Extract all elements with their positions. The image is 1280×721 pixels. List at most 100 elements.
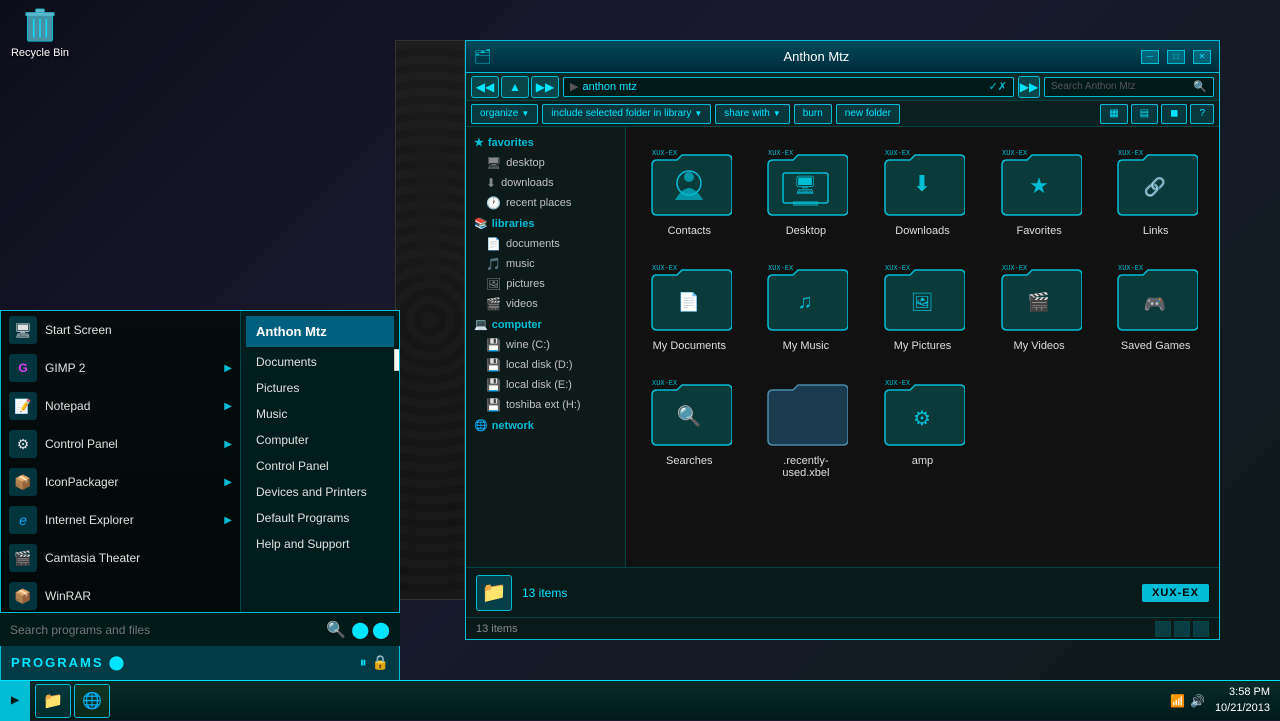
sidebar-item-music[interactable]: 🎵 music [466,254,625,274]
right-menu-pictures[interactable]: Pictures [246,375,394,401]
programs-button[interactable]: PROGRAMS [11,655,104,670]
folder-desktop-label: Desktop [786,225,826,237]
sidebar-item-local-e[interactable]: 💾 local disk (E:) [466,375,625,395]
folder-contacts-icon: XUX-EX [644,142,734,222]
recycle-bin[interactable]: Recycle Bin [5,5,75,59]
start-button[interactable]: ▶ [0,681,30,721]
taskbar-tray: 📶 🔊 [1160,694,1215,708]
folder-my-music[interactable]: XUX-EX ♫ My Music [753,252,860,357]
explorer-titlebar: 🗂 Anthon Mtz ─ □ ✕ [466,41,1219,73]
sidebar-item-documents[interactable]: 📄 documents [466,234,625,254]
start-menu-left: 🖥 Start Screen G GIMP 2 ▶ 📝 Notepad ▶ ⚙ … [1,311,241,644]
sidebar-item-videos[interactable]: 🎬 videos [466,294,625,314]
default-programs-menu-label: Default Programs [256,511,349,525]
sidebar-item-recent-places[interactable]: 🕐 recent places [466,193,625,213]
folder-my-documents[interactable]: XUX-EX 📄 My Documents [636,252,743,357]
view-mode-details-button[interactable]: ▤ [1131,104,1158,124]
bottom-status-text: 13 items [476,623,1155,635]
taskbar-item-explorer[interactable]: 📁 [35,684,71,718]
view-options-button[interactable]: ◼ [1161,104,1187,124]
folder-my-pictures[interactable]: XUX-EX 🖼 My Pictures [869,252,976,357]
taskbar-items: 📁 🌐 [30,684,1160,718]
documents-tooltip: Open your personal folder. [394,349,399,371]
iconpackager-arrow-icon: ▶ [224,477,232,488]
right-menu-devices[interactable]: Devices and Printers [246,479,394,505]
folder-my-videos[interactable]: XUX-EX 🎬 My Videos [986,252,1093,357]
forward-button[interactable]: ▶▶ [531,76,559,98]
sidebar-item-pictures[interactable]: 🖼 pictures [466,274,625,294]
up-button[interactable]: ▲ [501,76,529,98]
folder-links-label: Links [1143,225,1169,237]
large-icon-view-icon[interactable] [1193,621,1209,637]
folder-favorites[interactable]: XUX-EX ★ Favorites [986,137,1093,242]
svg-text:XUX-EX: XUX-EX [1002,150,1028,158]
devices-menu-label: Devices and Printers [256,485,367,499]
folder-saved-games[interactable]: XUX-EX 🎮 Saved Games [1102,252,1209,357]
address-text: anthon mtz [582,81,636,93]
svg-text:⚙: ⚙ [913,408,931,430]
start-menu-item-notepad[interactable]: 📝 Notepad ▶ [1,387,240,425]
start-menu-item-gimp[interactable]: G GIMP 2 ▶ [1,349,240,387]
burn-button[interactable]: burn [794,104,832,124]
back-button[interactable]: ◀◀ [471,76,499,98]
right-menu-computer[interactable]: Computer [246,427,394,453]
sidebar-item-documents-label: documents [506,238,560,250]
new-folder-button[interactable]: new folder [836,104,900,124]
folder-contacts[interactable]: XUX-EX Contacts [636,137,743,242]
right-menu-documents[interactable]: Documents Open your personal folder. [246,349,394,375]
organize-button[interactable]: organize ▼ [471,104,538,124]
list-view-icon[interactable] [1155,621,1171,637]
help-button[interactable]: ? [1190,104,1214,124]
folder-links[interactable]: XUX-EX 🔗 Links [1102,137,1209,242]
detail-view-icon[interactable] [1174,621,1190,637]
view-mode-grid-button[interactable]: ▦ [1100,104,1127,124]
sidebar-item-downloads[interactable]: ⬇ downloads [466,173,625,193]
include-library-button[interactable]: include selected folder in library ▼ [542,104,711,124]
lock-button[interactable]: 🔒 [372,654,389,671]
libraries-label: libraries [492,218,535,230]
folder-downloads[interactable]: XUX-EX ⬇ Downloads [869,137,976,242]
folder-my-pictures-icon: XUX-EX 🖼 [877,257,967,337]
right-menu-default-programs[interactable]: Default Programs [246,505,394,531]
maximize-button[interactable]: □ [1167,50,1185,64]
search-input[interactable] [10,623,326,637]
right-menu-control-panel[interactable]: Control Panel [246,453,394,479]
sidebar-item-desktop[interactable]: 🖥 desktop [466,153,625,173]
right-menu-music[interactable]: Music [246,401,394,427]
search-box[interactable]: Search Anthon Mtz 🔍 [1044,77,1214,97]
folder-searches[interactable]: XUX-EX 🔍 Searches [636,367,743,484]
start-menu-body: 🖥 Start Screen G GIMP 2 ▶ 📝 Notepad ▶ ⚙ … [1,311,399,644]
power-button[interactable]: ⏸ [360,654,367,671]
start-menu-item-iconpackager[interactable]: 📦 IconPackager ▶ [1,463,240,501]
close-button[interactable]: ✕ [1193,50,1211,64]
folder-recently-used[interactable]: .recently-used.xbel [753,367,860,484]
search-btn-2[interactable]: ⬤ [372,620,390,640]
sidebar-item-toshiba[interactable]: 💾 toshiba ext (H:) [466,395,625,415]
taskbar-item-chrome[interactable]: 🌐 [74,684,110,718]
start-menu-item-control-panel[interactable]: ⚙ Control Panel ▶ [1,425,240,463]
folder-recently-used-label: .recently-used.xbel [761,455,851,479]
start-menu-item-camtasia[interactable]: 🎬 Camtasia Theater [1,539,240,577]
svg-text:📄: 📄 [678,291,700,312]
search-btn-1[interactable]: ⬤ [351,620,369,640]
refresh-button[interactable]: ▶▶ [1018,76,1040,98]
svg-text:♫: ♫ [798,291,813,313]
address-bar[interactable]: ▶ anthon mtz ✓✗ [563,77,1014,97]
start-menu-item-ie[interactable]: e Internet Explorer ▶ [1,501,240,539]
start-menu-item-start-screen[interactable]: 🖥 Start Screen [1,311,240,349]
status-item-count: 13 items [522,586,1132,600]
explorer-bottom-bar: 13 items [466,617,1219,639]
minimize-button[interactable]: ─ [1141,50,1159,64]
downloads-icon: ⬇ [486,176,496,190]
svg-text:XUX-EX: XUX-EX [768,150,794,158]
svg-text:★: ★ [1029,173,1049,198]
folder-amp[interactable]: XUX-EX ⚙ amp [869,367,976,484]
sidebar-item-wine[interactable]: 💾 wine (C:) [466,335,625,355]
folder-favorites-label: Favorites [1016,225,1061,237]
folder-desktop[interactable]: XUX-EX 🖥 Desktop [753,137,860,242]
start-menu-item-winrar[interactable]: 📦 WinRAR [1,577,240,615]
sidebar-item-wine-label: wine (C:) [506,339,550,351]
share-with-button[interactable]: share with ▼ [715,104,790,124]
right-menu-help[interactable]: Help and Support [246,531,394,557]
sidebar-item-local-d[interactable]: 💾 local disk (D:) [466,355,625,375]
